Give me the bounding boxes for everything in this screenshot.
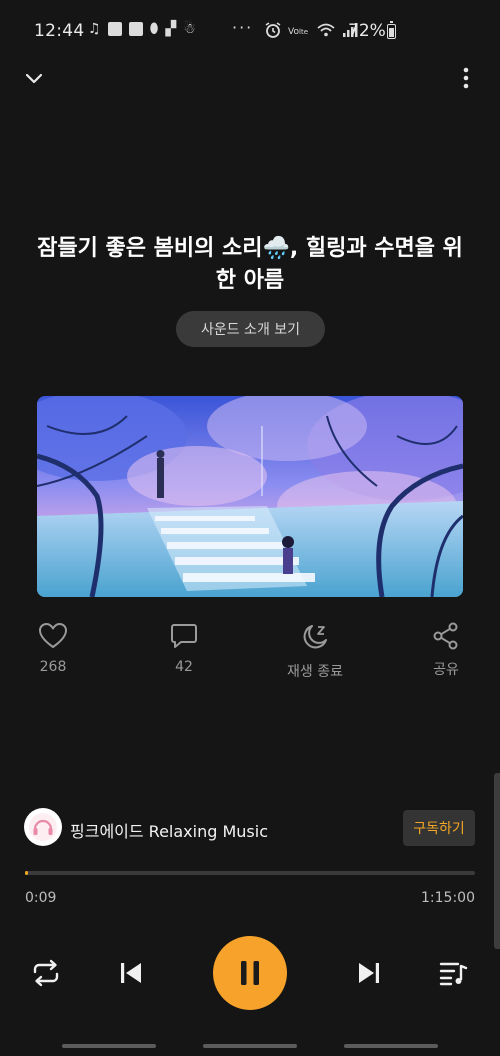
pill-icon: ⬮ [149,21,159,37]
playlist-icon [439,962,468,986]
more-options-button[interactable] [446,58,486,98]
alarm-icon [265,22,281,38]
channel-name[interactable]: 핑크에이드 Relaxing Music [70,818,268,842]
like-button[interactable]: 268 [13,622,93,675]
heart-icon [39,623,67,648]
headphones-logo-icon [29,813,57,841]
subscribe-button[interactable]: 구독하기 [403,810,475,846]
comment-button[interactable]: 42 [144,622,224,675]
more-vertical-icon [463,67,469,89]
nav-gesture-bar [203,1044,297,1048]
sleep-timer-button[interactable]: 재생 종료 [275,622,355,681]
next-button[interactable] [349,953,389,993]
channel-avatar[interactable] [24,808,62,846]
progress-fill [25,871,28,875]
pause-icon [241,961,259,985]
share-button[interactable]: 공유 [406,622,486,679]
previous-button[interactable] [111,953,151,993]
comment-count: 42 [175,659,193,675]
music-note-icon: ♫ [88,21,101,37]
svg-text:Vo: Vo [288,27,299,37]
repeat-icon [33,959,59,987]
status-time: 12:44 [34,21,85,41]
notification-icons: ♫ ⬮ ▞ ☃ [88,22,196,36]
sound-intro-button[interactable]: 사운드 소개 보기 [176,311,325,347]
share-icon [433,622,458,650]
wifi-icon [317,23,335,37]
like-count: 268 [39,659,67,675]
artwork-illustration [37,396,463,597]
notification-icon [107,22,122,36]
skip-previous-icon [121,963,141,983]
system-icons: Vo lte [264,21,358,39]
track-artwork [37,396,463,597]
scroll-indicator[interactable] [494,773,500,949]
skip-next-icon [359,963,379,983]
playlist-button[interactable] [433,953,473,993]
repeat-button[interactable] [26,953,66,993]
notification-icon [128,22,143,36]
status-bar: 12:44 ♫ ⬮ ▞ ☃ ··· Vo lte 72% [0,0,500,64]
comment-icon [171,624,197,648]
current-time: 0:09 [25,890,57,906]
stairs-icon: ▞ [165,21,177,37]
share-label: 공유 [433,662,459,678]
total-time: 1:15:00 [421,890,475,906]
battery-icon [387,21,396,39]
pause-button[interactable] [213,936,287,1010]
nav-gesture-bar [344,1044,438,1048]
collapse-button[interactable] [14,58,54,98]
progress-bar[interactable] [25,871,475,875]
chevron-down-icon [25,73,43,84]
player-screen: 12:44 ♫ ⬮ ▞ ☃ ··· Vo lte 72% 잠들기 좋은 봄비의 … [0,0,500,1056]
more-notifications-icon: ··· [232,18,254,37]
sleep-timer-label: 재생 종료 [287,664,343,680]
volte-icon: Vo lte [288,27,308,37]
sleep-timer-icon [303,625,327,649]
battery-percent: 72% [348,21,386,41]
track-title: 잠들기 좋은 봄비의 소리🌧️, 힐링과 수면을 위한 아름 [37,236,463,293]
person-icon: ☃ [183,21,196,37]
svg-text:lte: lte [299,28,308,36]
nav-gesture-bar [62,1044,156,1048]
